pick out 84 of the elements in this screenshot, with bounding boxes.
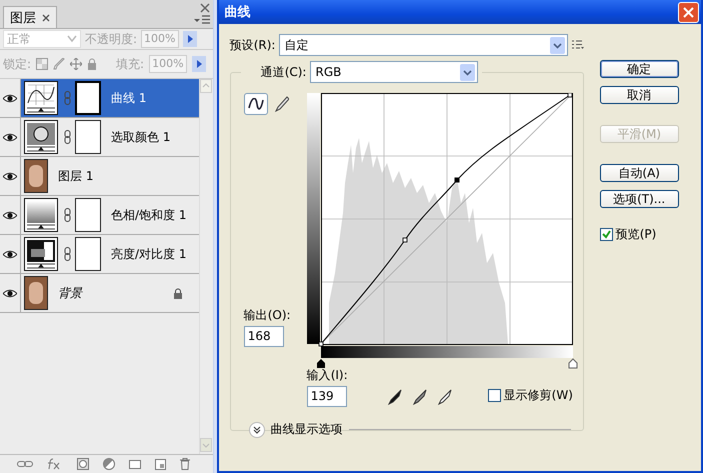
chain-icon[interactable]	[64, 208, 71, 222]
mask-icon[interactable]	[76, 458, 89, 470]
layer-mask-thumbnail[interactable]	[75, 198, 101, 232]
highlight-input-slider[interactable]	[568, 358, 578, 368]
layer-name: 背景	[58, 284, 82, 302]
eye-icon[interactable]	[3, 132, 17, 142]
layer-row[interactable]: 亮度/对比度 1	[21, 235, 199, 273]
opacity-label: 不透明度:	[85, 30, 138, 48]
input-levels-slider[interactable]	[316, 346, 578, 368]
arrow-right-icon	[196, 60, 202, 68]
curve-line[interactable]	[318, 93, 572, 346]
channel-label: 通道(C):	[260, 64, 306, 80]
layer-row[interactable]: 曲线 1	[21, 79, 199, 117]
close-button[interactable]	[678, 2, 699, 22]
fill-slider-button[interactable]	[192, 56, 206, 72]
curve-icon	[248, 98, 264, 110]
layer-row[interactable]: 图层 1	[21, 157, 199, 195]
output-label: 输出(O):	[244, 307, 292, 324]
chevron-icon	[252, 424, 262, 434]
dialog-button[interactable]: 取消	[600, 86, 679, 104]
layer-name: 曲线 1	[111, 90, 146, 106]
close-icon	[683, 6, 694, 18]
photo-placeholder	[24, 276, 48, 310]
layer-mask-thumbnail[interactable]	[75, 237, 101, 271]
show-clipping-checkbox[interactable]: 显示修剪(W)	[488, 387, 573, 404]
display-options-label: 曲线显示选项	[270, 421, 343, 438]
dialog-button[interactable]: 确定	[600, 60, 679, 78]
preview-checkbox[interactable]: 预览(P)	[600, 226, 679, 243]
selective-color-adjustment-icon	[24, 120, 58, 154]
dialog-button[interactable]: 选项(T)...	[600, 190, 679, 208]
layer-name: 图层 1	[58, 168, 94, 184]
dialog-title: 曲线	[224, 4, 251, 21]
half-circle-icon[interactable]	[102, 458, 115, 470]
pencil-icon	[274, 96, 289, 112]
list-menu-icon[interactable]	[572, 40, 584, 50]
layer-name: 亮度/对比度 1	[111, 246, 186, 262]
photo-placeholder	[24, 159, 48, 193]
lock-label: 锁定:	[3, 56, 32, 72]
move-icon[interactable]	[70, 58, 82, 70]
chain-icon[interactable]	[64, 247, 71, 261]
chain-icon[interactable]	[64, 130, 71, 144]
caret-icon	[460, 64, 476, 80]
close-icon[interactable]	[200, 3, 210, 13]
layer-row[interactable]: 选取颜色 1	[21, 118, 199, 156]
curves-adjustment-icon	[24, 81, 58, 115]
eye-icon[interactable]	[3, 94, 17, 102]
panel-menu-icon[interactable]	[194, 15, 210, 25]
folder-icon[interactable]	[128, 459, 141, 469]
close-icon[interactable]	[42, 14, 50, 22]
layer-mask-thumbnail[interactable]	[75, 120, 101, 154]
expand-button[interactable]	[248, 422, 265, 438]
eyedropper-icon[interactable]	[438, 389, 452, 405]
trash-icon[interactable]	[180, 458, 190, 470]
shadow-input-slider[interactable]	[316, 359, 325, 368]
preset-dropdown[interactable]: 自定	[279, 34, 568, 56]
layer-row[interactable]: 背景	[21, 274, 199, 312]
checkmark-icon	[602, 230, 611, 239]
eye-icon[interactable]	[3, 250, 17, 258]
layer-name: 选取颜色 1	[111, 128, 170, 146]
brightness-contrast-adjustment-icon	[24, 237, 58, 271]
new-layer-icon[interactable]	[154, 458, 166, 470]
layer-name: 色相/饱和度 1	[111, 206, 186, 224]
caret-icon	[550, 36, 565, 54]
link-icon[interactable]	[16, 459, 33, 469]
layers-tab[interactable]: 图层	[3, 6, 57, 28]
output-field[interactable]: 168	[244, 326, 284, 347]
eye-icon[interactable]	[3, 210, 17, 220]
input-label: 输入(I):	[306, 367, 348, 384]
hue-saturation-adjustment-icon	[24, 198, 58, 232]
preset-label: 预设(R):	[230, 36, 276, 54]
dialog-button[interactable]: 自动(A)	[600, 164, 679, 182]
arrow-right-icon	[188, 35, 193, 43]
input-field[interactable]: 139	[306, 386, 347, 407]
eyedropper-icon[interactable]	[412, 389, 427, 405]
eyedropper-icon[interactable]	[388, 389, 402, 405]
layer-row[interactable]: 色相/饱和度 1	[21, 196, 199, 234]
opacity-slider-button[interactable]	[183, 31, 198, 47]
fill-label: 填充:	[116, 56, 144, 72]
caret-icon	[67, 35, 77, 43]
eye-icon[interactable]	[3, 288, 17, 298]
channel-dropdown[interactable]: RGB	[310, 61, 478, 83]
curve-tool-button[interactable]	[244, 93, 268, 115]
layer-mask-thumbnail[interactable]	[75, 81, 101, 115]
eye-icon[interactable]	[3, 172, 17, 180]
